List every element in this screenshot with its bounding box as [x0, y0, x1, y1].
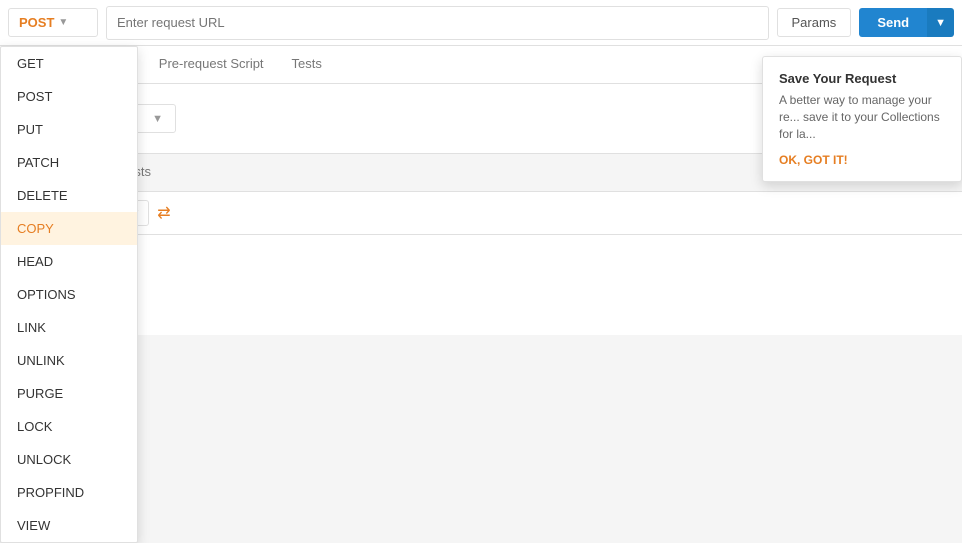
- dropdown-item-get[interactable]: GET: [1, 47, 137, 80]
- dropdown-item-head[interactable]: HEAD: [1, 245, 137, 278]
- send-chevron-button[interactable]: ▼: [927, 8, 954, 37]
- dropdown-item-post[interactable]: POST: [1, 80, 137, 113]
- dropdown-item-propfind[interactable]: PROPFIND: [1, 476, 137, 509]
- tooltip-ok-button[interactable]: OK, GOT IT!: [779, 153, 848, 167]
- url-input[interactable]: [106, 6, 769, 40]
- auth-chevron: ▼: [152, 113, 163, 125]
- dropdown-item-purge[interactable]: PURGE: [1, 377, 137, 410]
- dropdown-item-view[interactable]: VIEW: [1, 509, 137, 542]
- dropdown-item-patch[interactable]: PATCH: [1, 146, 137, 179]
- dropdown-item-put[interactable]: PUT: [1, 113, 137, 146]
- send-button[interactable]: Send: [859, 8, 927, 37]
- save-tooltip: Save Your Request A better way to manage…: [762, 56, 962, 182]
- dropdown-item-link[interactable]: LINK: [1, 311, 137, 344]
- response-toolbar: Preview HTML ▼ ⇄: [0, 192, 962, 235]
- dropdown-item-unlink[interactable]: UNLINK: [1, 344, 137, 377]
- dropdown-item-delete[interactable]: DELETE: [1, 179, 137, 212]
- tab-tests[interactable]: Tests: [278, 46, 336, 83]
- send-button-group: Send ▼: [859, 8, 954, 37]
- dropdown-item-options[interactable]: OPTIONS: [1, 278, 137, 311]
- wrap-icon[interactable]: ⇄: [157, 203, 170, 223]
- method-dropdown: GET POST PUT PATCH DELETE COPY HEAD OPTI…: [0, 46, 138, 543]
- tab-pre-request[interactable]: Pre-request Script: [145, 46, 278, 83]
- response-content: le specified.: [0, 235, 962, 335]
- method-selector[interactable]: POST ▼: [8, 8, 98, 37]
- top-bar: POST ▼ Params Send ▼ GET POST PUT PATCH …: [0, 0, 962, 46]
- tooltip-title: Save Your Request: [779, 71, 945, 86]
- method-label: POST: [19, 15, 54, 30]
- dropdown-item-copy[interactable]: COPY: [1, 212, 137, 245]
- method-chevron: ▼: [58, 17, 68, 28]
- dropdown-item-lock[interactable]: LOCK: [1, 410, 137, 443]
- tooltip-text: A better way to manage your re... save i…: [779, 92, 945, 142]
- dropdown-item-unlock[interactable]: UNLOCK: [1, 443, 137, 476]
- params-button[interactable]: Params: [777, 8, 852, 37]
